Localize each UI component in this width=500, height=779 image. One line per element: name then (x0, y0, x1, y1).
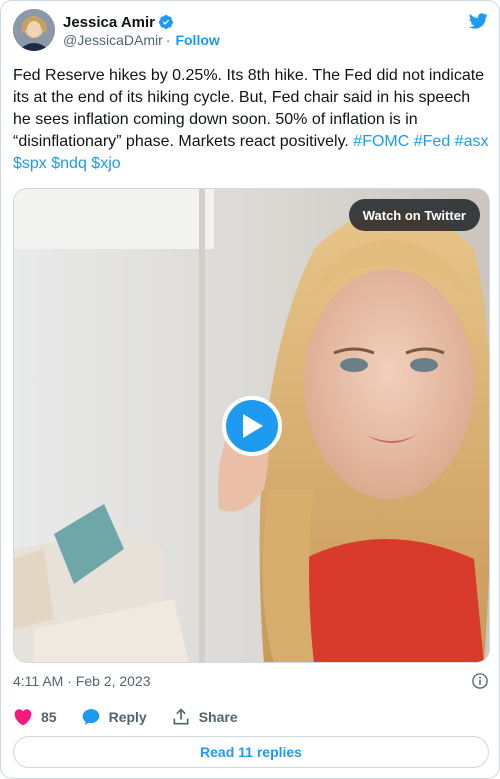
author-name[interactable]: Jessica Amir (63, 14, 155, 31)
heart-icon (14, 709, 32, 726)
hashtag-link[interactable]: #Fed (414, 133, 450, 150)
cashtag-link[interactable]: $ndq (51, 155, 87, 172)
avatar[interactable] (13, 9, 55, 51)
tweet-timestamp[interactable]: 4:11 AM · Feb 2, 2023 (13, 673, 151, 689)
cashtag-link[interactable]: $xjo (91, 155, 120, 172)
play-icon (243, 414, 263, 438)
share-button[interactable]: Share (171, 707, 238, 727)
play-button[interactable] (222, 396, 282, 456)
watch-on-twitter-button[interactable]: Watch on Twitter (348, 199, 480, 231)
video-thumbnail[interactable]: Watch on Twitter (13, 188, 490, 663)
hashtag-link[interactable]: #asx (455, 133, 489, 150)
timestamp-row: 4:11 AM · Feb 2, 2023 (13, 671, 489, 691)
tweet-header: Jessica Amir @JessicaDAmir · Follow (13, 9, 489, 53)
verified-icon (159, 15, 174, 29)
reply-label: Reply (108, 709, 147, 725)
cashtag-link[interactable]: $spx (13, 155, 47, 172)
share-label: Share (198, 709, 238, 725)
tweet-text: Fed Reserve hikes by 0.25%. Its 8th hike… (13, 65, 491, 175)
follow-button[interactable]: Follow (175, 32, 219, 48)
hashtag-link[interactable]: #FOMC (353, 133, 409, 150)
reply-button[interactable]: Reply (81, 707, 147, 727)
author-handle-row: @JessicaDAmir · Follow (63, 32, 220, 48)
twitter-bird-icon[interactable] (467, 11, 489, 31)
action-bar: 85 Reply Share (13, 705, 262, 729)
tweet-card: Jessica Amir @JessicaDAmir · Follow Fed … (0, 0, 500, 779)
read-replies-button[interactable]: Read 11 replies (13, 736, 489, 768)
like-count: 85 (41, 709, 57, 725)
author-handle[interactable]: @JessicaDAmir (63, 32, 163, 48)
like-button[interactable]: 85 (13, 707, 57, 727)
author-name-row: Jessica Amir (63, 12, 174, 32)
separator-dot: · (165, 32, 171, 48)
reply-icon (82, 709, 99, 725)
info-icon[interactable] (471, 672, 489, 690)
share-icon (173, 708, 189, 725)
